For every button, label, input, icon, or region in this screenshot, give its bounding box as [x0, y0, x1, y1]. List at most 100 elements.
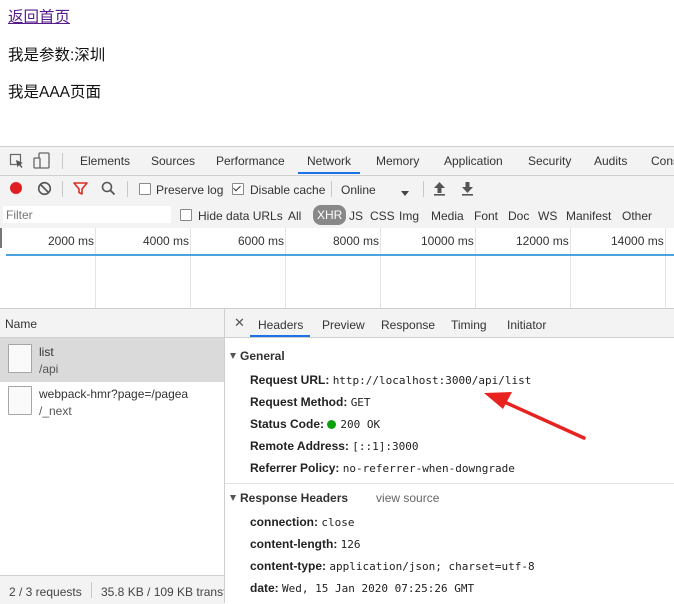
- disable-cache-checkbox[interactable]: [232, 183, 244, 195]
- request-path: /_next: [39, 404, 72, 418]
- clear-icon[interactable]: [37, 181, 52, 199]
- preserve-log-checkbox[interactable]: [139, 183, 151, 195]
- request-name: webpack-hmr?page=/pagea: [39, 387, 189, 401]
- general-row: Status Code: 200 OK: [250, 417, 380, 431]
- import-har-icon[interactable]: [433, 181, 446, 199]
- overview-tick: 14000 ms: [611, 234, 664, 248]
- details-tabbar: ✕ Headers Preview Response Timing Initia…: [225, 309, 674, 338]
- filter-type-manifest[interactable]: Manifest: [566, 209, 611, 223]
- summary-bar: 2 / 3 requests 35.8 KB / 109 KB transf: [0, 575, 224, 604]
- response-headers-title: Response Headers: [240, 491, 349, 505]
- overview-timeline-line: [6, 254, 674, 256]
- header-value[interactable]: [::1]:3000: [352, 440, 418, 453]
- header-value[interactable]: GET: [351, 396, 371, 409]
- tab-application[interactable]: Application: [444, 154, 503, 168]
- filter-type-xhr[interactable]: XHR: [313, 205, 347, 225]
- header-value[interactable]: no-referrer-when-downgrade: [343, 462, 515, 475]
- header-value[interactable]: http://localhost:3000/api/list: [333, 374, 532, 387]
- back-home-link[interactable]: 返回首页: [8, 5, 70, 27]
- device-toolbar-icon[interactable]: [33, 152, 51, 172]
- search-icon[interactable]: [101, 181, 116, 199]
- header-value[interactable]: application/json; charset=utf-8: [329, 560, 534, 573]
- request-path: /api: [39, 362, 59, 376]
- devtools-panel: Elements Sources Performance Network Mem…: [0, 146, 674, 604]
- filter-type-ws[interactable]: WS: [538, 209, 557, 223]
- header-key: connection:: [250, 515, 318, 529]
- tab-initiator[interactable]: Initiator: [507, 318, 546, 332]
- filter-type-js[interactable]: JS: [349, 209, 363, 223]
- tab-timing[interactable]: Timing: [451, 318, 487, 332]
- tab-console[interactable]: Cons: [651, 154, 674, 168]
- summary-separator: [91, 582, 92, 598]
- overview-gridline: [95, 228, 96, 308]
- toolbar-separator: [331, 181, 332, 197]
- overview-gridline: [190, 228, 191, 308]
- expand-triangle-icon: [230, 495, 236, 501]
- filter-type-css[interactable]: CSS: [370, 209, 395, 223]
- network-overview[interactable]: 2000 ms 4000 ms 6000 ms 8000 ms 10000 ms…: [0, 228, 674, 309]
- tab-audits[interactable]: Audits: [594, 154, 627, 168]
- active-details-tab-indicator: [250, 335, 310, 337]
- request-row[interactable]: webpack-hmr?page=/pagea /_next: [0, 380, 224, 424]
- overview-window-handle[interactable]: [0, 228, 2, 248]
- header-value[interactable]: 200 OK: [340, 418, 380, 431]
- filter-type-media[interactable]: Media: [431, 209, 464, 223]
- view-source-link[interactable]: view source: [376, 491, 439, 505]
- tab-performance[interactable]: Performance: [216, 154, 285, 168]
- preserve-log-label: Preserve log: [156, 183, 224, 197]
- header-value[interactable]: Wed, 15 Jan 2020 07:25:26 GMT: [282, 582, 474, 595]
- response-header-row: content-length: 126: [250, 537, 361, 551]
- overview-tick: 6000 ms: [238, 234, 285, 248]
- name-column-header[interactable]: Name: [5, 317, 37, 331]
- filter-icon[interactable]: [73, 181, 88, 199]
- throttling-select[interactable]: Online: [341, 183, 376, 197]
- tab-network[interactable]: Network: [307, 154, 351, 168]
- tab-security[interactable]: Security: [528, 154, 571, 168]
- filter-type-img[interactable]: Img: [399, 209, 419, 223]
- header-value[interactable]: 126: [341, 538, 361, 551]
- general-row: Request Method: GET: [250, 395, 371, 409]
- filter-input[interactable]: [3, 206, 171, 223]
- inspect-element-icon[interactable]: [9, 153, 25, 172]
- tab-memory[interactable]: Memory: [376, 154, 419, 168]
- overview-tick: 10000 ms: [421, 234, 474, 248]
- header-key: Referrer Policy:: [250, 461, 340, 475]
- response-headers-section-toggle[interactable]: Response Headers view source: [230, 491, 439, 505]
- tab-headers[interactable]: Headers: [258, 318, 303, 332]
- tab-sources[interactable]: Sources: [151, 154, 195, 168]
- general-section-toggle[interactable]: General: [230, 349, 285, 363]
- close-icon[interactable]: ✕: [234, 315, 245, 331]
- overview-tick: 12000 ms: [516, 234, 569, 248]
- param-text: 我是参数:深圳: [8, 47, 106, 64]
- active-tab-indicator: [298, 172, 360, 174]
- response-header-row: connection: close: [250, 515, 354, 529]
- filter-type-font[interactable]: Font: [474, 209, 498, 223]
- header-key: date:: [250, 581, 279, 595]
- request-row[interactable]: list /api: [0, 338, 224, 382]
- filter-type-doc[interactable]: Doc: [508, 209, 529, 223]
- tab-elements[interactable]: Elements: [80, 154, 130, 168]
- header-key: content-length:: [250, 537, 338, 551]
- request-count: 2 / 3 requests: [9, 585, 82, 599]
- hide-data-urls-checkbox[interactable]: [180, 209, 192, 221]
- filter-type-all[interactable]: All: [288, 209, 301, 223]
- header-value[interactable]: close: [321, 516, 354, 529]
- file-icon: [8, 344, 32, 373]
- chevron-down-icon[interactable]: [401, 186, 409, 200]
- tab-preview[interactable]: Preview: [322, 318, 365, 332]
- response-header-row: date: Wed, 15 Jan 2020 07:25:26 GMT: [250, 581, 474, 595]
- header-key: Request URL:: [250, 373, 330, 387]
- tab-response[interactable]: Response: [381, 318, 435, 332]
- overview-gridline: [380, 228, 381, 308]
- filter-type-other[interactable]: Other: [622, 209, 652, 223]
- transfer-size: 35.8 KB / 109 KB transf: [101, 585, 224, 599]
- devtools-tabbar: Elements Sources Performance Network Mem…: [0, 147, 674, 176]
- export-har-icon[interactable]: [461, 181, 474, 199]
- header-key: Request Method:: [250, 395, 348, 409]
- page-text: 我是AAA页面: [8, 84, 102, 101]
- request-list-header[interactable]: Name: [0, 309, 224, 338]
- overview-tick: 8000 ms: [333, 234, 380, 248]
- network-filterbar: Hide data URLs All XHR JS CSS Img Media …: [0, 202, 674, 229]
- record-icon[interactable]: [9, 181, 23, 198]
- disable-cache-label: Disable cache: [250, 183, 326, 197]
